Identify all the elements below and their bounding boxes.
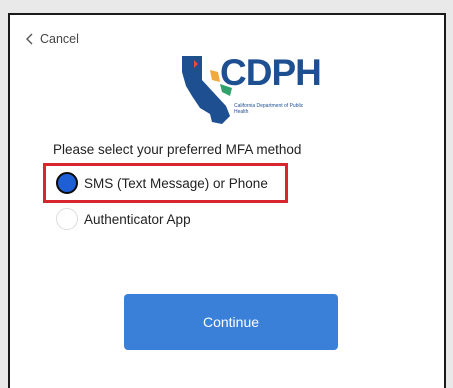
cancel-link[interactable]: Cancel	[24, 32, 79, 46]
option-authenticator[interactable]: Authenticator App	[56, 208, 191, 230]
radio-sms[interactable]	[56, 172, 78, 194]
logo-subtitle: California Department of Public Health	[234, 103, 304, 115]
chevron-left-icon	[26, 33, 33, 45]
continue-button[interactable]: Continue	[124, 294, 338, 350]
option-sms[interactable]: SMS (Text Message) or Phone	[56, 172, 268, 194]
mfa-prompt: Please select your preferred MFA method	[53, 142, 302, 157]
radio-authenticator[interactable]	[56, 208, 78, 230]
option-sms-label: SMS (Text Message) or Phone	[84, 175, 268, 191]
logo-wordmark: CDPH	[220, 52, 322, 93]
cdph-logo: CDPH California Department of Public Hea…	[174, 50, 322, 130]
cancel-label: Cancel	[40, 32, 79, 46]
option-authenticator-label: Authenticator App	[84, 211, 191, 227]
